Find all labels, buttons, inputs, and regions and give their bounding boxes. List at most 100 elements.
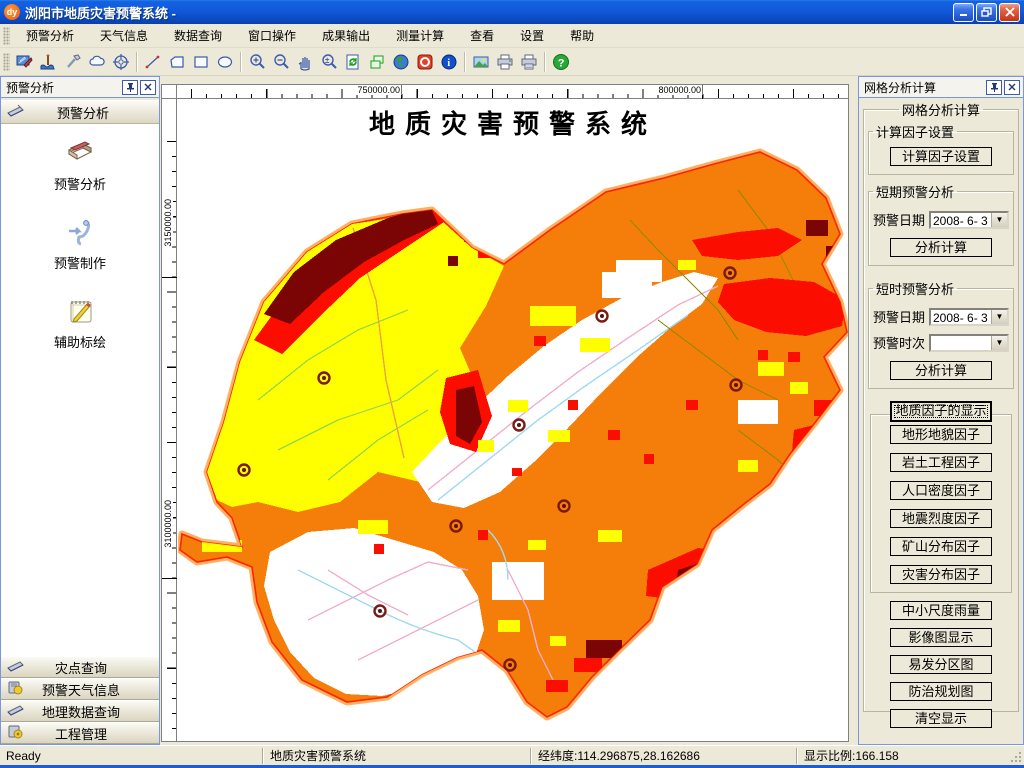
chevron-down-icon[interactable]: ▼ (991, 309, 1007, 324)
short-time-date-combobox[interactable]: 2008- 6- 3 ▼ (929, 307, 1009, 326)
close-icon[interactable] (1004, 79, 1020, 95)
left-panel-title: 预警分析 (6, 80, 55, 95)
svg-text:i: i (447, 58, 450, 69)
locate-target-icon[interactable] (109, 50, 133, 74)
item-warning-make[interactable]: 预警制作 (1, 215, 159, 272)
short-time-date-value: 2008- 6- 3 (933, 310, 988, 324)
restore-button[interactable] (976, 2, 997, 22)
seismic-factor-button[interactable]: 地震烈度因子 (890, 509, 992, 528)
susceptibility-map-button[interactable]: 易发分区图 (890, 655, 992, 674)
draw-ellipse-icon[interactable] (213, 50, 237, 74)
menu-window-ops[interactable]: 窗口操作 (235, 23, 309, 48)
main-area: 预警分析 预警分析 预警分析 预警制作 辅助标绘 灾点查询 预警天气信息 地理数… (0, 76, 1024, 745)
chevron-down-icon[interactable]: ▼ (991, 212, 1007, 227)
menu-settings[interactable]: 设置 (507, 23, 557, 48)
copy-view-icon[interactable] (365, 50, 389, 74)
item-aux-annotate[interactable]: 辅助标绘 (1, 294, 159, 351)
ruler-x-label: 750000.00 (356, 85, 401, 95)
image-view-icon[interactable] (469, 50, 493, 74)
ruler-corner (162, 85, 177, 99)
factor-setting-button[interactable]: 计算因子设置 (890, 147, 992, 166)
grid-analysis-group: 网格分析计算 计算因子设置 计算因子设置 短期预警分析 预警日期 2008- 6… (863, 100, 1019, 728)
globe-icon[interactable] (389, 50, 413, 74)
minimize-button[interactable] (953, 2, 974, 22)
annotate-notepad-icon (63, 294, 97, 328)
image-display-button[interactable]: 影像图显示 (890, 628, 992, 647)
warning-make-icon[interactable] (37, 50, 61, 74)
short-term-date-combobox[interactable]: 2008- 6- 3 ▼ (929, 210, 1009, 229)
info-icon[interactable]: i (437, 50, 461, 74)
print-icon[interactable] (493, 50, 517, 74)
zoom-out-icon[interactable] (269, 50, 293, 74)
toolbar-grip[interactable] (3, 52, 10, 71)
item-label: 预警分析 (53, 177, 106, 192)
item-warning-analysis[interactable]: 预警分析 (1, 136, 159, 193)
terrain-factor-button[interactable]: 地形地貌因子 (890, 425, 992, 444)
ruler-tick (702, 85, 703, 99)
geo-factor-display-button[interactable]: 地质因子的显示 (890, 401, 992, 422)
warning-analysis-icon[interactable] (13, 50, 37, 74)
short-term-date-label: 预警日期 (873, 213, 926, 228)
short-term-analyze-button[interactable]: 分析计算 (890, 238, 992, 257)
resize-grip[interactable] (1008, 748, 1022, 763)
disaster-factor-button[interactable]: 灾害分布因子 (890, 565, 992, 584)
clear-display-button[interactable]: 清空显示 (890, 709, 992, 728)
draw-line-icon[interactable] (141, 50, 165, 74)
menu-view[interactable]: 查看 (457, 23, 507, 48)
tools-hammer-icon[interactable] (61, 50, 85, 74)
horizontal-ruler: 750000.00 800000.00 (177, 85, 848, 99)
menu-result-output[interactable]: 成果输出 (309, 23, 383, 48)
prevention-plan-button[interactable]: 防治规划图 (890, 682, 992, 701)
item-label: 预警制作 (53, 256, 106, 271)
print-setup-icon[interactable] (517, 50, 541, 74)
scanner-icon (7, 703, 25, 720)
left-panel-header[interactable]: 预警分析 (1, 100, 159, 124)
bar-label: 地理数据查询 (41, 704, 120, 720)
menu-measure-calc[interactable]: 测量计算 (383, 23, 457, 48)
cloud-icon[interactable] (85, 50, 109, 74)
zoom-in-icon[interactable] (245, 50, 269, 74)
application-window: { "window": { "title": "浏阳市地质灾害预警系统 -", … (0, 0, 1024, 768)
grid-analysis-group-title: 网格分析计算 (901, 103, 980, 118)
short-time-session-combobox[interactable]: ▼ (929, 333, 1009, 352)
right-panel-titlebar[interactable]: 网格分析计算 (859, 77, 1023, 98)
menubar-grip[interactable] (3, 26, 10, 45)
draw-rectangle-icon[interactable] (189, 50, 213, 74)
close-button[interactable] (999, 2, 1020, 22)
ruler-y-label: 3100000.00 (163, 500, 173, 548)
bar-warning-weather-info[interactable]: 预警天气信息 (1, 678, 159, 700)
pin-icon[interactable] (122, 79, 138, 95)
menu-warning-analysis[interactable]: 预警分析 (13, 23, 87, 48)
left-panel-header-label: 预警分析 (56, 105, 109, 121)
close-icon[interactable] (140, 79, 156, 95)
warning-map (178, 148, 848, 721)
menu-help[interactable]: 帮助 (557, 23, 607, 48)
pan-hand-icon[interactable] (293, 50, 317, 74)
population-factor-button[interactable]: 人口密度因子 (890, 481, 992, 500)
window-titlebar[interactable]: dy 浏阳市地质灾害预警系统 - (0, 0, 1024, 24)
help-icon[interactable]: ? (549, 50, 573, 74)
geotech-factor-button[interactable]: 岩土工程因子 (890, 453, 992, 472)
short-time-analyze-button[interactable]: 分析计算 (890, 361, 992, 380)
menu-weather-info[interactable]: 天气信息 (87, 23, 161, 48)
map-canvas[interactable]: 地质灾害预警系统 (178, 100, 848, 741)
draw-polygon-icon[interactable] (165, 50, 189, 74)
bar-disaster-point-query[interactable]: 灾点查询 (1, 656, 159, 678)
chevron-down-icon[interactable]: ▼ (991, 335, 1007, 350)
menu-data-query[interactable]: 数据查询 (161, 23, 235, 48)
short-time-session-label: 预警时次 (873, 336, 926, 351)
extra-buttons: 中小尺度雨量 影像图显示 易发分区图 防治规划图 清空显示 (868, 601, 1014, 728)
right-panel: 网格分析计算 网格分析计算 计算因子设置 计算因子设置 短期预警分析 预警日期 … (858, 76, 1024, 745)
left-panel-list: 预警分析 预警制作 辅助标绘 (1, 124, 159, 656)
left-panel-titlebar[interactable]: 预警分析 (1, 77, 159, 98)
rainfall-button[interactable]: 中小尺度雨量 (890, 601, 992, 620)
geo-factor-display-label: 地质因子的显示 (892, 403, 990, 420)
mine-factor-button[interactable]: 矿山分布因子 (890, 537, 992, 556)
zoom-extent-icon[interactable]: ± (317, 50, 341, 74)
bar-geo-data-query[interactable]: 地理数据查询 (1, 700, 159, 722)
stop-icon[interactable] (413, 50, 437, 74)
pin-icon[interactable] (986, 79, 1002, 95)
bar-project-management[interactable]: 工程管理 (1, 722, 159, 744)
refresh-icon[interactable] (341, 50, 365, 74)
menu-bar: 预警分析 天气信息 数据查询 窗口操作 成果输出 测量计算 查看 设置 帮助 (0, 24, 1024, 48)
